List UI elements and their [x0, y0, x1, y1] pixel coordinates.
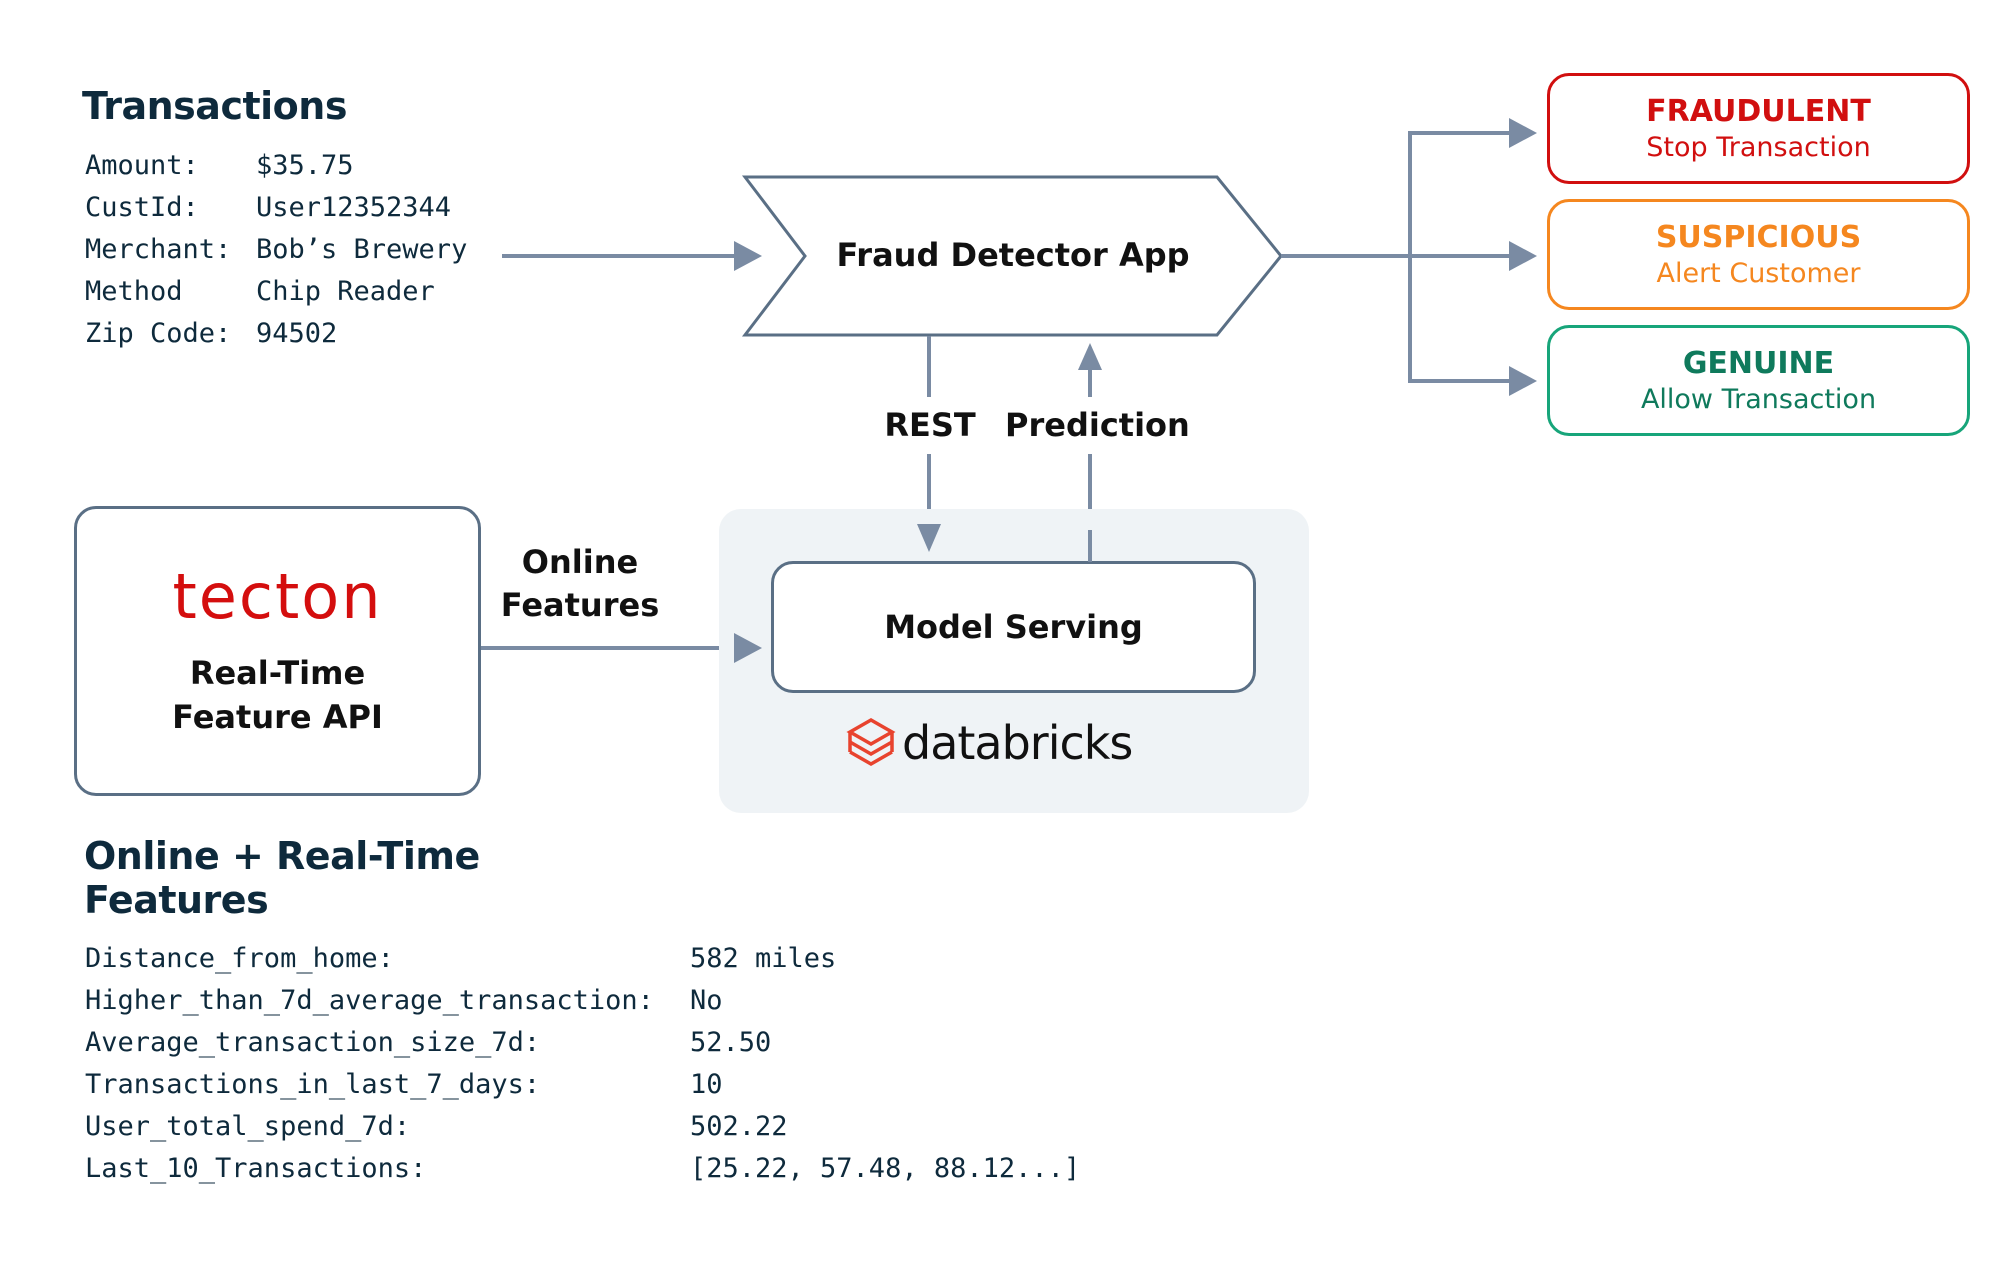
feature-key: Transactions_in_last_7_days: — [85, 1069, 541, 1100]
arrowhead-icon — [1509, 241, 1537, 271]
transaction-value: User12352344 — [256, 192, 452, 223]
feature-key: Distance_from_home: — [85, 943, 394, 974]
outcome-fraudulent: FRAUDULENT Stop Transaction — [1547, 73, 1970, 184]
outcome-genuine: GENUINE Allow Transaction — [1547, 325, 1970, 436]
transaction-key: Method — [85, 276, 183, 307]
outcome-suspicious: SUSPICIOUS Alert Customer — [1547, 199, 1970, 310]
feature-value: [25.22, 57.48, 88.12...] — [690, 1153, 1081, 1184]
tecton-line1: Real-Time — [189, 654, 366, 692]
arrowhead-icon — [1078, 343, 1102, 370]
prediction-label: Prediction — [1005, 406, 1190, 444]
online-features-label-line2: Features — [500, 586, 660, 624]
feature-key: Last_10_Transactions: — [85, 1153, 427, 1184]
outcome-title: FRAUDULENT — [1646, 94, 1871, 129]
arrowhead-icon — [1509, 118, 1537, 148]
online-features-label-line1: Online — [521, 543, 639, 581]
outcome-title: SUSPICIOUS — [1655, 220, 1862, 255]
feature-key: Higher_than_7d_average_transaction: — [85, 985, 654, 1016]
transactions-title: Transactions — [82, 84, 347, 128]
transaction-key: CustId: — [85, 192, 199, 223]
transaction-key: Amount: — [85, 150, 199, 181]
features-title-line2: Features — [84, 878, 269, 922]
tecton-feature-api-box: tecton Real-Time Feature API — [74, 506, 481, 796]
rest-label: REST — [884, 406, 976, 444]
databricks-logo-text: databricks — [902, 716, 1133, 770]
feature-value: 10 — [690, 1069, 723, 1100]
feature-value: 52.50 — [690, 1027, 772, 1058]
features-title-line1: Online + Real-Time — [84, 834, 480, 878]
transaction-value: 94502 — [256, 318, 338, 349]
feature-value: 582 miles — [690, 943, 837, 974]
tecton-logo: tecton — [172, 560, 383, 633]
model-serving-box: Model Serving — [771, 561, 1256, 693]
model-serving-label: Model Serving — [884, 608, 1143, 646]
outcome-subtitle: Alert Customer — [1656, 258, 1861, 289]
feature-key: Average_transaction_size_7d: — [85, 1027, 541, 1058]
transaction-value: Chip Reader — [256, 276, 435, 307]
outcome-title: GENUINE — [1682, 346, 1835, 381]
transaction-value: Bob’s Brewery — [256, 234, 468, 265]
feature-key: User_total_spend_7d: — [85, 1111, 411, 1142]
outcome-subtitle: Stop Transaction — [1646, 132, 1871, 163]
arrowhead-icon — [1509, 366, 1537, 396]
feature-value: No — [690, 985, 723, 1016]
transaction-value: $35.75 — [256, 150, 354, 181]
feature-value: 502.22 — [690, 1111, 788, 1142]
transaction-key: Zip Code: — [85, 318, 232, 349]
transaction-key: Merchant: — [85, 234, 232, 265]
fraud-detector-app-label: Fraud Detector App — [836, 236, 1190, 274]
outcome-subtitle: Allow Transaction — [1640, 384, 1877, 415]
tecton-line2: Feature API — [172, 698, 383, 736]
